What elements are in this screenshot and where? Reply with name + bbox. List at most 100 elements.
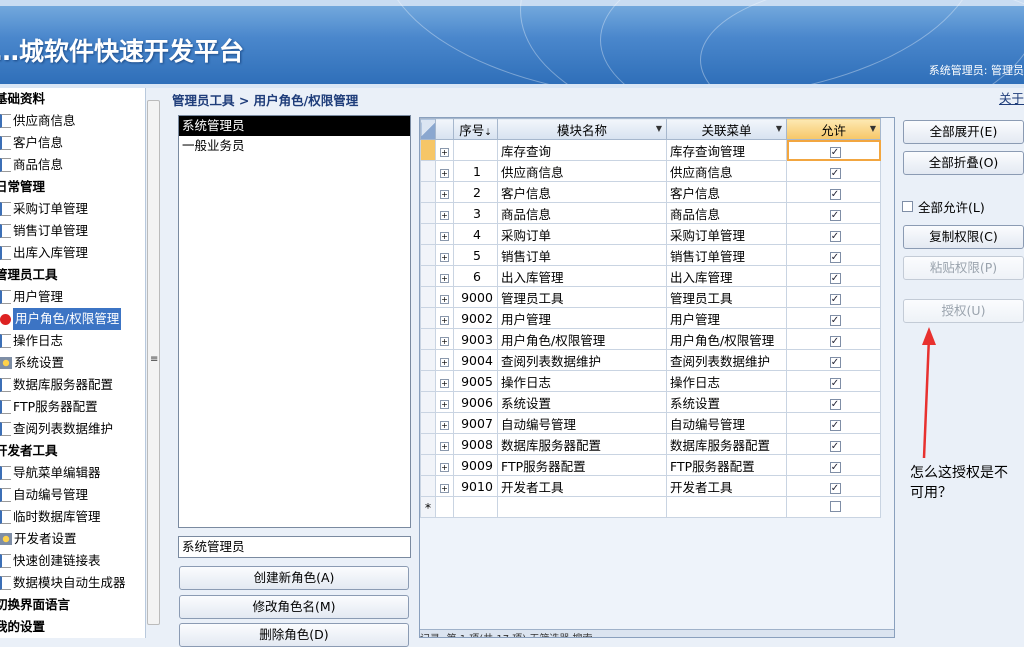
expand-all-button[interactable]: 全部展开(E): [903, 120, 1024, 144]
plus-icon[interactable]: +: [440, 231, 449, 241]
row-selector[interactable]: [420, 328, 436, 350]
cell-seq[interactable]: 2: [453, 181, 498, 203]
expand-toggle[interactable]: +: [435, 391, 454, 413]
cell-allow[interactable]: ✓: [786, 370, 881, 392]
expand-toggle[interactable]: +: [435, 160, 454, 182]
allow-checkbox[interactable]: ✓: [829, 419, 841, 431]
cell-seq[interactable]: 1: [453, 160, 498, 182]
cell-seq[interactable]: 9007: [453, 412, 498, 434]
cell-module[interactable]: 用户角色/权限管理: [497, 328, 667, 350]
cell-menu[interactable]: 自动编号管理: [666, 412, 787, 434]
cell-menu[interactable]: 查阅列表数据维护: [666, 349, 787, 371]
cell-allow[interactable]: ✓: [786, 139, 881, 161]
empty-cell[interactable]: [453, 496, 498, 518]
create-role-button[interactable]: 创建新角色(A): [179, 566, 409, 590]
sidebar-item[interactable]: 数据模块自动生成器: [0, 572, 145, 594]
plus-icon[interactable]: +: [440, 336, 449, 346]
sidebar-splitter[interactable]: ≡: [147, 100, 160, 625]
table-row[interactable]: +9006 系统设置 系统设置 ✓: [420, 391, 881, 413]
table-row[interactable]: +9009 FTP服务器配置 FTP服务器配置 ✓: [420, 454, 881, 476]
table-row[interactable]: +9010 开发者工具 开发者工具 ✓: [420, 475, 881, 497]
row-selector[interactable]: [420, 391, 436, 413]
plus-icon[interactable]: +: [440, 168, 449, 178]
sidebar-group-header[interactable]: 日常管理: [0, 176, 145, 198]
cell-allow[interactable]: ✓: [786, 349, 881, 371]
row-selector[interactable]: [420, 349, 436, 371]
rename-role-button[interactable]: 修改角色名(M): [179, 595, 409, 619]
cell-allow[interactable]: [786, 496, 881, 518]
allow-checkbox[interactable]: ✓: [829, 188, 841, 200]
expand-toggle[interactable]: +: [435, 370, 454, 392]
sidebar-item[interactable]: 商品信息: [0, 154, 145, 176]
sidebar-item[interactable]: 销售订单管理: [0, 220, 145, 242]
sidebar-item[interactable]: 采购订单管理: [0, 198, 145, 220]
allow-checkbox[interactable]: ✓: [829, 356, 841, 368]
dropdown-arrow-icon[interactable]: ▼: [870, 124, 876, 133]
cell-menu[interactable]: 系统设置: [666, 391, 787, 413]
sidebar-item[interactable]: 系统设置: [0, 352, 145, 374]
cell-seq[interactable]: 9008: [453, 433, 498, 455]
expand-toggle[interactable]: +: [435, 412, 454, 434]
allow-checkbox[interactable]: ✓: [829, 146, 841, 158]
sidebar-item[interactable]: 操作日志: [0, 330, 145, 352]
cell-menu[interactable]: 用户角色/权限管理: [666, 328, 787, 350]
row-selector[interactable]: [420, 244, 436, 266]
cell-module[interactable]: 操作日志: [497, 370, 667, 392]
row-selector[interactable]: [420, 202, 436, 224]
cell-seq[interactable]: 9005: [453, 370, 498, 392]
permission-grid[interactable]: 序号⇣ 模块名称 ▼ 关联菜单 ▼ 允许 ▼ + 库存查询 库存查询管理 ✓ +1 供应商信息供…: [419, 117, 895, 638]
expand-toggle[interactable]: +: [435, 286, 454, 308]
plus-icon[interactable]: +: [440, 189, 449, 199]
expand-toggle[interactable]: +: [435, 454, 454, 476]
plus-icon[interactable]: +: [440, 378, 449, 388]
cell-module[interactable]: 销售订单: [497, 244, 667, 266]
authorize-button[interactable]: 授权(U): [903, 299, 1024, 323]
row-selector[interactable]: [420, 475, 436, 497]
table-row[interactable]: +9004 查阅列表数据维护 查阅列表数据维护 ✓: [420, 349, 881, 371]
allow-checkbox[interactable]: ✓: [829, 209, 841, 221]
cell-menu[interactable]: 库存查询管理: [666, 139, 787, 161]
column-header-allow[interactable]: 允许 ▼: [786, 118, 881, 140]
cell-allow[interactable]: ✓: [786, 244, 881, 266]
allow-checkbox[interactable]: ✓: [829, 167, 841, 179]
cell-menu[interactable]: 销售订单管理: [666, 244, 787, 266]
row-selector[interactable]: [420, 223, 436, 245]
cell-allow[interactable]: ✓: [786, 286, 881, 308]
cell-menu[interactable]: 供应商信息: [666, 160, 787, 182]
cell-seq[interactable]: 9010: [453, 475, 498, 497]
allow-checkbox[interactable]: ✓: [829, 272, 841, 284]
sidebar-item[interactable]: FTP服务器配置: [0, 396, 145, 418]
about-link[interactable]: 关于: [999, 88, 1024, 107]
empty-cell[interactable]: [435, 496, 454, 518]
cell-allow[interactable]: ✓: [786, 181, 881, 203]
table-row[interactable]: +4 采购订单 采购订单管理 ✓: [420, 223, 881, 245]
allow-checkbox[interactable]: ✓: [829, 335, 841, 347]
cell-seq[interactable]: 9009: [453, 454, 498, 476]
expand-toggle[interactable]: +: [435, 223, 454, 245]
cell-seq[interactable]: 3: [453, 202, 498, 224]
cell-allow[interactable]: ✓: [786, 412, 881, 434]
cell-menu[interactable]: 出入库管理: [666, 265, 787, 287]
cell-seq[interactable]: 9006: [453, 391, 498, 413]
cell-seq[interactable]: [453, 139, 498, 161]
cell-module[interactable]: FTP服务器配置: [497, 454, 667, 476]
sidebar-item[interactable]: 导航菜单编辑器: [0, 462, 145, 484]
row-selector[interactable]: [420, 412, 436, 434]
expand-toggle[interactable]: +: [435, 307, 454, 329]
row-selector[interactable]: [420, 370, 436, 392]
allow-checkbox[interactable]: ✓: [829, 482, 841, 494]
record-navigator[interactable]: 记录: 第 1 项(共 17 项) 无筛选器 搜索: [420, 629, 894, 637]
dropdown-arrow-icon[interactable]: ▼: [776, 124, 782, 133]
expand-toggle[interactable]: +: [435, 475, 454, 497]
checkbox-icon[interactable]: [902, 201, 913, 212]
column-header-menu[interactable]: 关联菜单 ▼: [666, 118, 787, 140]
sidebar-item[interactable]: 用户管理: [0, 286, 145, 308]
cell-allow[interactable]: ✓: [786, 328, 881, 350]
allow-checkbox[interactable]: ✓: [829, 398, 841, 410]
sidebar-item[interactable]: 临时数据库管理: [0, 506, 145, 528]
cell-menu[interactable]: FTP服务器配置: [666, 454, 787, 476]
allow-checkbox[interactable]: ✓: [829, 461, 841, 473]
table-row[interactable]: +9003 用户角色/权限管理 用户角色/权限管理 ✓: [420, 328, 881, 350]
collapse-all-button[interactable]: 全部折叠(O): [903, 151, 1024, 175]
cell-seq[interactable]: 9003: [453, 328, 498, 350]
